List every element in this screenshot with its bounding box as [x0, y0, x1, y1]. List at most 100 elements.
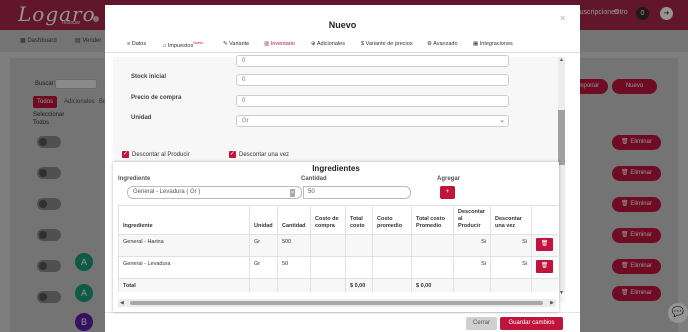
price-label: Precio de compra [131, 95, 182, 101]
cell-unit: Gr [249, 256, 278, 279]
quantity-input[interactable]: 50 [303, 186, 411, 199]
ingredient-select[interactable]: General - Levadura ( Gr ) × [127, 186, 302, 199]
discount-once-checkbox[interactable]: ✓ Descontar una vez [229, 151, 289, 158]
total-empty [531, 278, 558, 292]
col-descontar-vez: Descontar una vez [490, 205, 532, 235]
horizontal-scrollbar-thumb[interactable] [130, 301, 543, 305]
tab-label: Impuestos [167, 42, 194, 49]
discount-produce-checkbox[interactable]: ✓ Descontar al Producir [122, 151, 190, 158]
cell-avg [372, 234, 412, 257]
col-total-costo: Total costo [345, 205, 373, 235]
modal-scrollbar-thumb[interactable] [558, 110, 565, 165]
tab-datos[interactable]: ≡ Datos [127, 41, 146, 47]
quantity-label: Cantidad [301, 176, 327, 182]
tab-label: Integraciones [479, 41, 513, 47]
tab-variante[interactable]: ✎ Variante [223, 41, 249, 47]
cell-total-avg [411, 234, 454, 257]
tab-adicionales[interactable]: ⊕ Adicionales [311, 41, 345, 47]
cell-actions: 🗑 [531, 234, 558, 257]
tab-variante-precios[interactable]: $ Variante de precios [361, 41, 413, 47]
total-empty [310, 278, 346, 292]
scroll-up-icon[interactable]: ▲ [558, 57, 565, 65]
bank-icon: ⌂ [163, 42, 167, 49]
total-empty [277, 278, 311, 292]
cell-total [345, 256, 373, 279]
purchase-price-input[interactable]: 0 [236, 95, 509, 107]
ingredients-title: Ingredientes [312, 164, 360, 173]
modal-scrollbar[interactable] [558, 57, 565, 293]
tab-integraciones[interactable]: ▦ Integraciones [473, 41, 513, 47]
gear-icon: ⚙ [427, 41, 432, 47]
cell-cost [310, 234, 346, 257]
close-icon[interactable]: × [560, 13, 565, 23]
col-costo-compra: Costo de compra [310, 205, 346, 235]
total-avg-cost: $ 0,00 [411, 278, 454, 292]
ingredient-select-value: General - Levadura ( Gr ) [133, 189, 201, 195]
tab-label: Avanzado [433, 41, 458, 47]
tab-label: Adicionales [316, 41, 345, 47]
table-row: General - Harina Gr 500 Si Si 🗑 [118, 234, 558, 257]
unit-label: Unidad [131, 115, 152, 121]
ingredient-label: Ingrediente [118, 176, 151, 182]
total-empty [453, 278, 491, 292]
unit-value: Gr [242, 118, 249, 124]
save-button[interactable]: Guardar cambios [500, 317, 563, 330]
scroll-right-icon[interactable]: ▶ [550, 299, 556, 307]
top-field[interactable]: 0 [236, 55, 509, 67]
check-icon: ✓ [229, 151, 236, 158]
scroll-left-icon[interactable]: ◀ [118, 299, 124, 307]
cell-produce: Si [453, 256, 491, 279]
scroll-down-icon[interactable]: ▼ [558, 290, 565, 298]
col-costo-promedio: Costo promedio [372, 205, 412, 235]
modal-title: Nuevo [328, 20, 357, 30]
check-icon: ✓ [122, 151, 129, 158]
col-actions [531, 205, 558, 235]
tab-label: Inventario [270, 41, 295, 47]
pencil-icon: ✎ [223, 41, 228, 47]
delete-ingredient-button[interactable]: 🗑 [536, 260, 553, 273]
tab-impuestos[interactable]: ⌂ ImpuestosNuevo [163, 41, 203, 49]
tab-label: Variante de precios [365, 41, 413, 47]
table-row: General - Levadura Gr 50 Si Si 🗑 [118, 256, 558, 279]
cell-unit: Gr [249, 234, 278, 257]
total-empty [490, 278, 532, 292]
col-unidad: Unidad [249, 205, 278, 235]
cell-qty: 50 [277, 256, 311, 279]
tab-inventario[interactable]: ▥ Inventario [264, 41, 295, 47]
total-row: Total $ 0,00 $ 0,00 [118, 278, 558, 292]
total-label: Total [118, 278, 250, 292]
clear-icon[interactable]: × [290, 189, 295, 197]
trash-icon: 🗑 [540, 263, 549, 269]
discount-produce-label: Descontar al Producir [132, 152, 190, 159]
cell-total [345, 234, 373, 257]
delete-ingredient-button[interactable]: 🗑 [536, 238, 553, 251]
col-descontar-producir: Descontar al Producir [453, 205, 491, 235]
chevron-down-icon: ⌄ [499, 117, 505, 124]
cell-produce: Si [453, 234, 491, 257]
cell-total-avg [411, 256, 454, 279]
cell-cost [310, 256, 346, 279]
col-total-costo-promedio: Total costo Promedio [411, 205, 454, 235]
tab-avanzado[interactable]: ⚙ Avanzado [427, 41, 458, 47]
total-empty [372, 278, 412, 292]
table-horizontal-scrollbar[interactable]: ◀ ▶ [118, 299, 556, 307]
tab-label: Variante [229, 41, 250, 47]
barcode-icon: ▥ [264, 41, 270, 47]
table-header-row: Ingrediente Unidad Cantidad Costo de com… [118, 205, 558, 235]
add-ingredient-button[interactable]: + [440, 186, 455, 199]
total-cost: $ 0,00 [345, 278, 373, 292]
plus-circle-icon: ⊕ [311, 41, 316, 47]
new-badge: Nuevo [193, 41, 204, 45]
tab-label: Datos [131, 41, 147, 47]
stock-input[interactable]: 0 [236, 74, 509, 86]
dollar-icon: $ [361, 41, 365, 47]
cell-ingredient: General - Levadura [118, 256, 250, 279]
close-button[interactable]: Cerrar [466, 317, 497, 330]
cell-qty: 500 [277, 234, 311, 257]
total-empty [249, 278, 278, 292]
unit-select[interactable]: Gr ⌄ [236, 115, 509, 127]
cell-once: Si [490, 234, 532, 257]
grid-icon: ▦ [473, 41, 479, 47]
modal-tabs: ≡ Datos ⌂ ImpuestosNuevo ✎ Variante ▥ In… [105, 35, 580, 53]
list-icon: ≡ [127, 41, 131, 47]
